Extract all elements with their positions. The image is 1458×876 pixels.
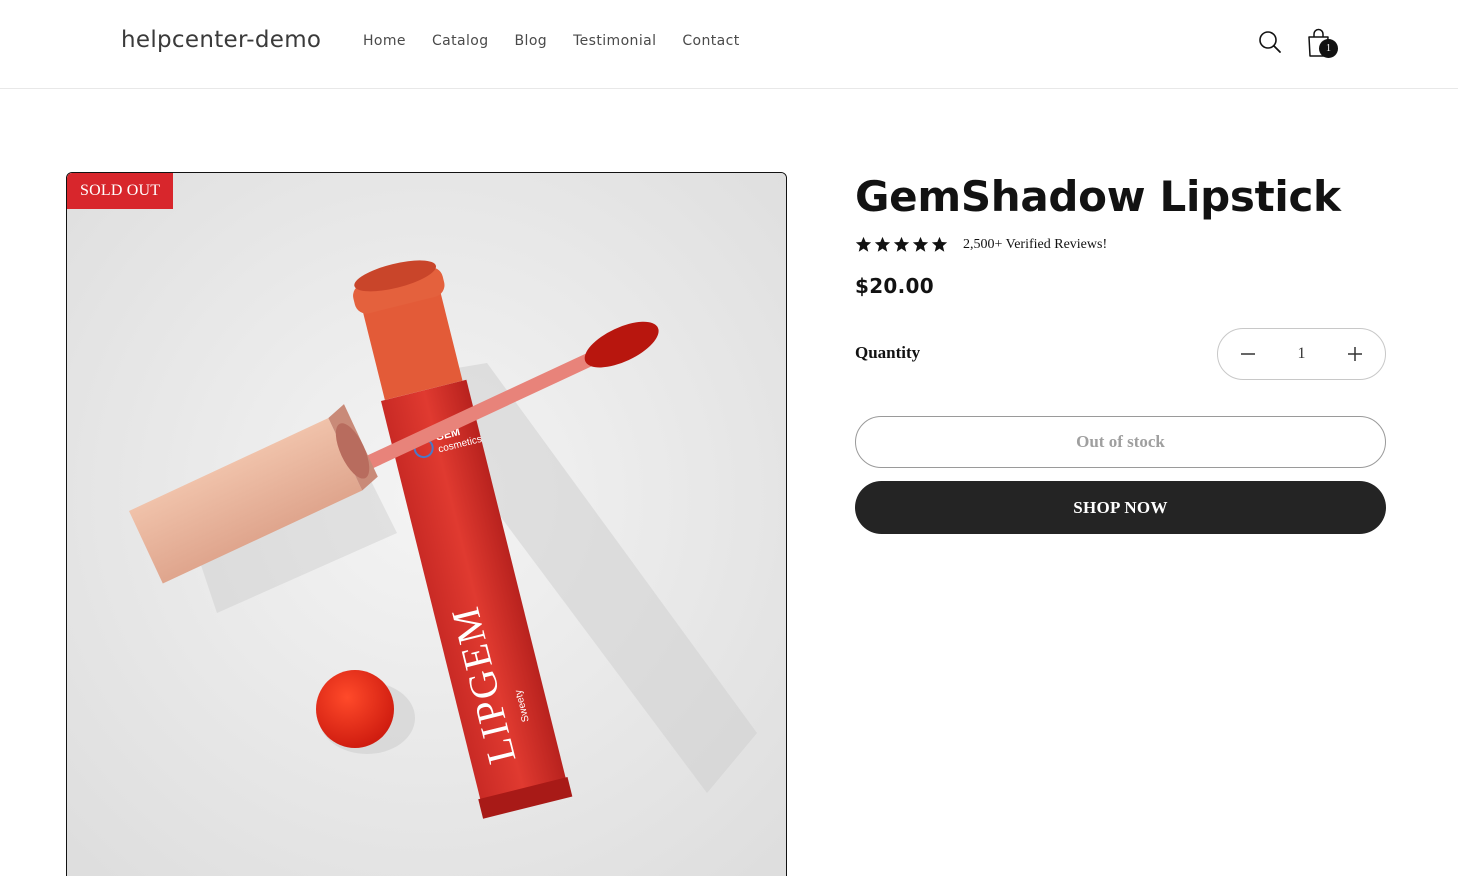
nav-catalog[interactable]: Catalog: [432, 33, 489, 49]
site-header: helpcenter-demo Home Catalog Blog Testim…: [0, 0, 1458, 89]
nav-blog[interactable]: Blog: [515, 33, 548, 49]
sold-out-badge: SOLD OUT: [67, 173, 174, 209]
nav-testimonial[interactable]: Testimonial: [573, 33, 656, 49]
star-icon: [912, 236, 929, 252]
product-rating: 2,500+ Verified Reviews!: [855, 236, 1107, 253]
increase-quantity-button[interactable]: [1343, 342, 1367, 366]
star-icon: [931, 236, 948, 252]
star-icon: [855, 236, 872, 252]
decrease-quantity-button[interactable]: [1236, 342, 1260, 366]
plus-icon: [1348, 347, 1362, 361]
main-nav: Home Catalog Blog Testimonial Contact: [363, 33, 766, 49]
reviews-count-text[interactable]: 2,500+ Verified Reviews!: [963, 237, 1107, 253]
rating-stars: [855, 236, 948, 253]
minus-icon: [1241, 353, 1255, 355]
nav-home[interactable]: Home: [363, 33, 406, 49]
product-photo-illustration: LIPGEM Sweety GEM cosmetics: [67, 173, 786, 876]
quantity-input[interactable]: [1281, 345, 1322, 363]
product-price: $20.00: [855, 274, 934, 298]
out-of-stock-button[interactable]: Out of stock: [855, 416, 1386, 468]
quantity-label: Quantity: [855, 343, 921, 362]
star-icon: [893, 236, 910, 252]
star-icon: [874, 236, 891, 252]
search-icon[interactable]: [1257, 29, 1283, 55]
site-logo[interactable]: helpcenter-demo: [121, 27, 321, 53]
cart-count-badge: 1: [1319, 39, 1338, 58]
product-title: GemShadow Lipstick: [855, 172, 1341, 221]
product-image[interactable]: LIPGEM Sweety GEM cosmetics: [66, 172, 787, 876]
nav-contact[interactable]: Contact: [682, 33, 739, 49]
quantity-stepper: [1217, 328, 1386, 380]
shop-now-button[interactable]: SHOP NOW: [855, 481, 1386, 534]
